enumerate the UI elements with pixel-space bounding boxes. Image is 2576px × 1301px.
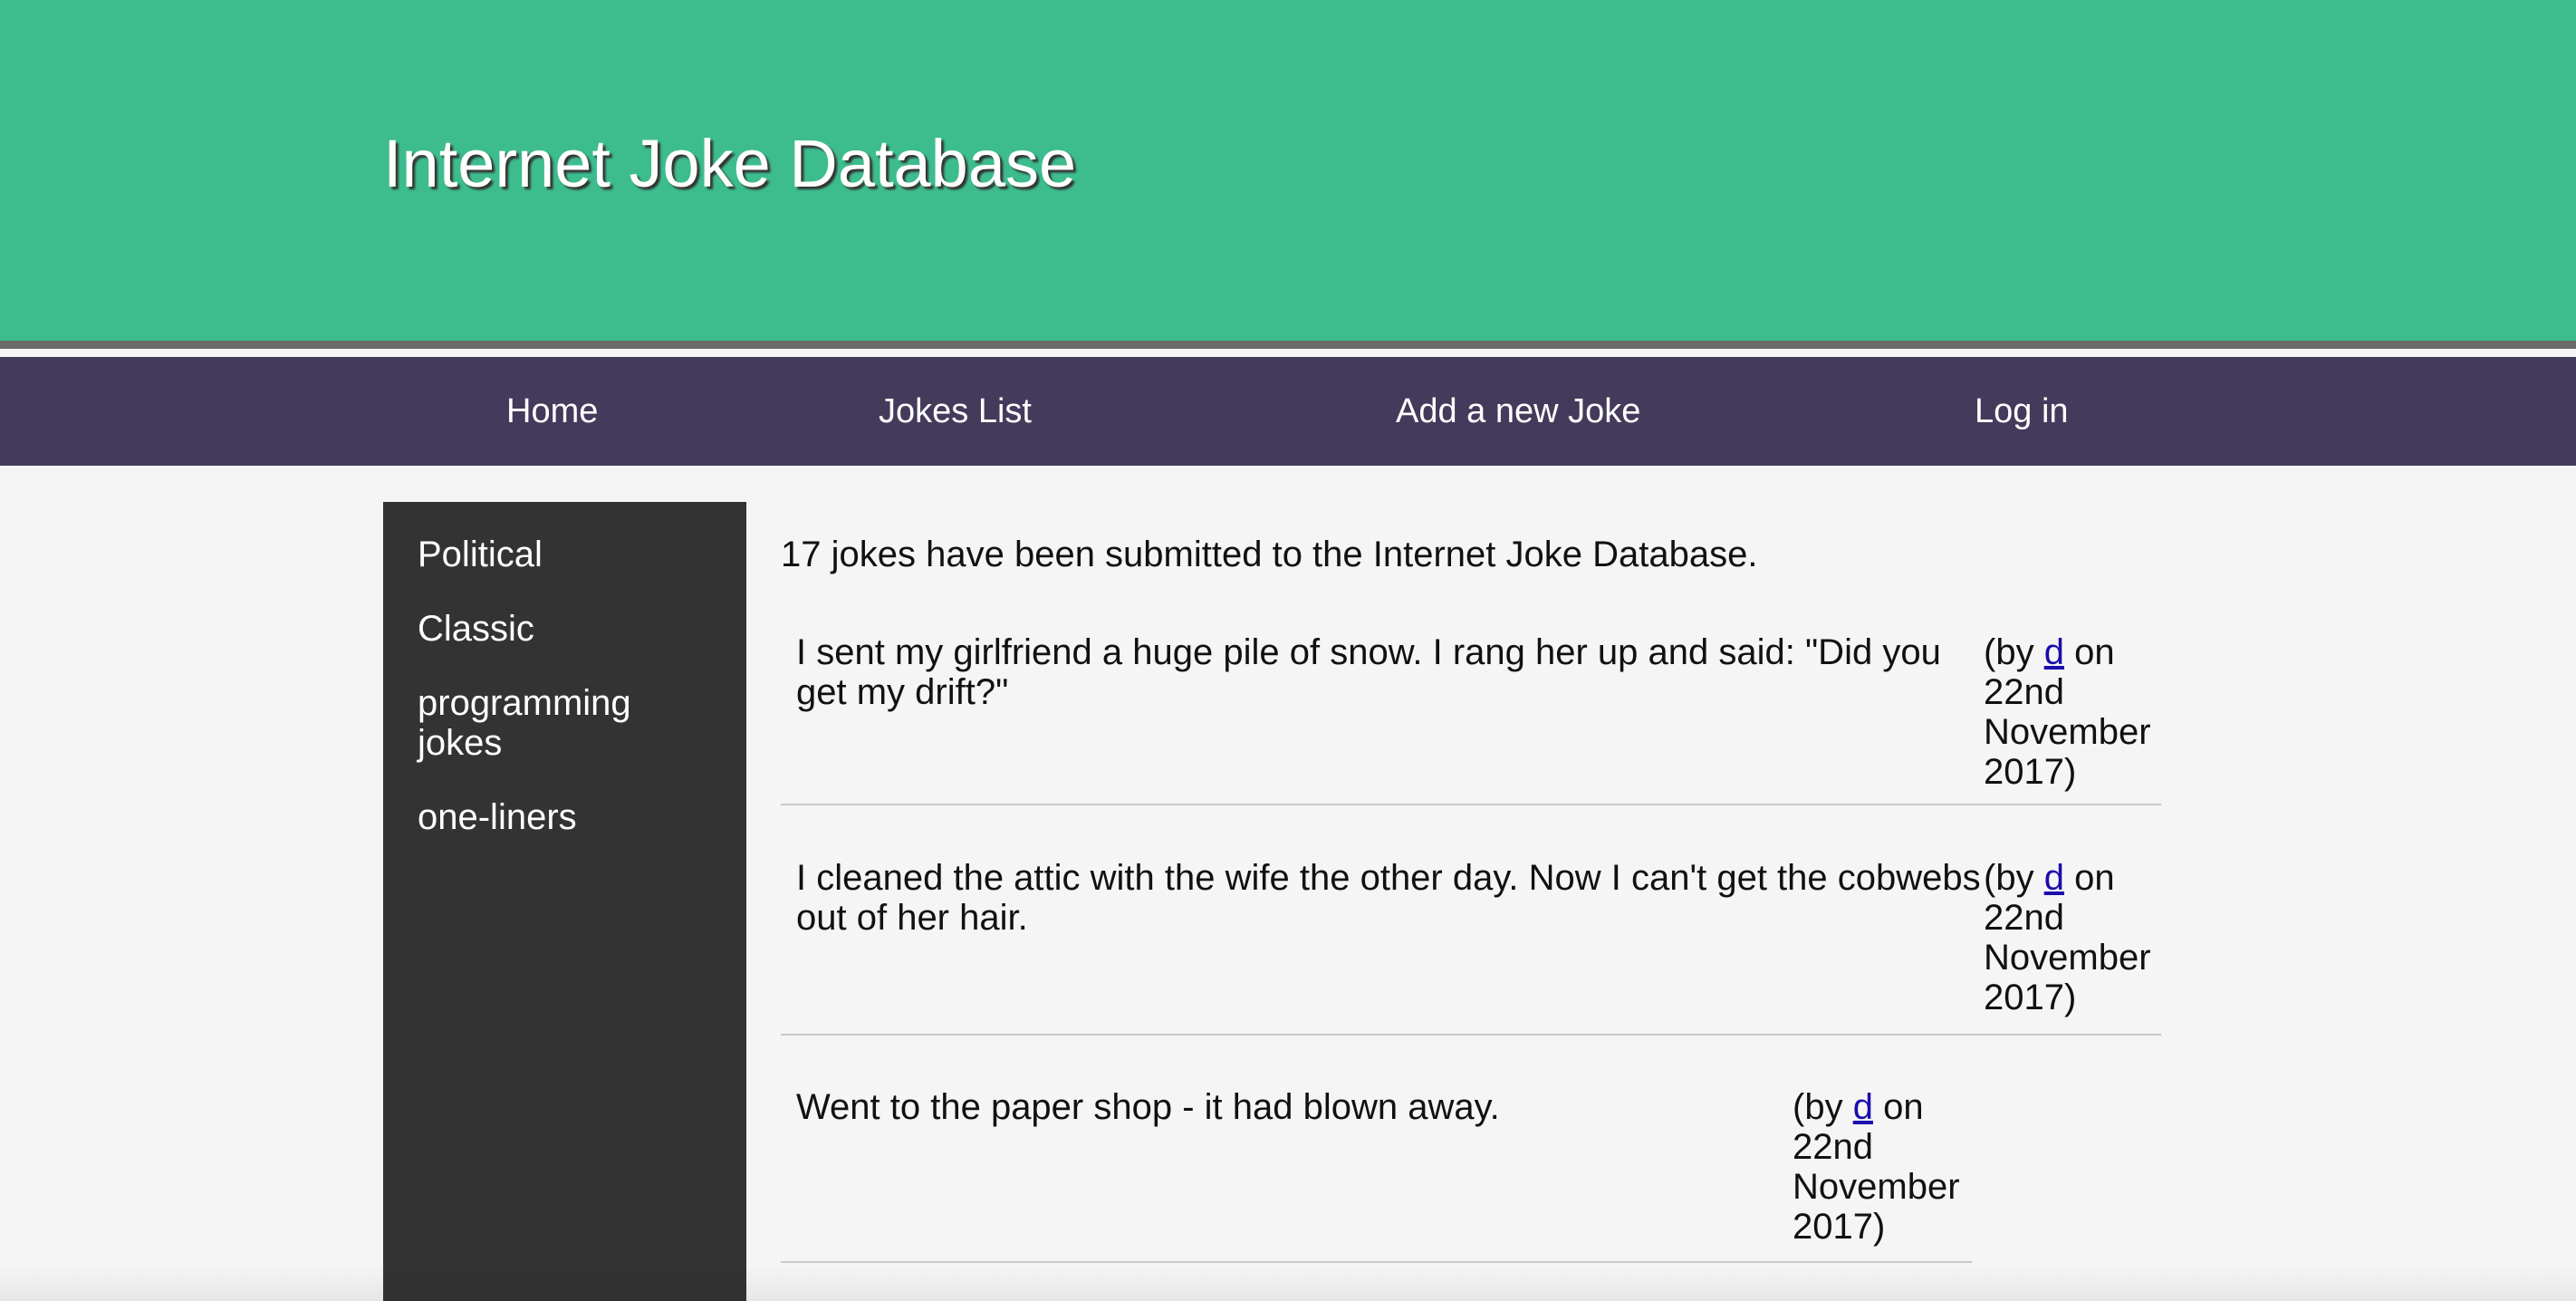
sidebar-item-programming-jokes[interactable]: programming jokes	[383, 683, 707, 763]
author-link[interactable]: d	[2044, 632, 2064, 672]
by-prefix: (by	[1984, 858, 2034, 898]
joke-meta: (by d on 22nd November 2017)	[1793, 1087, 1966, 1247]
sidebar-item-political[interactable]: Political	[383, 535, 746, 574]
site-header: Internet Joke Database	[0, 0, 2576, 349]
by-prefix: (by	[1793, 1087, 1843, 1127]
site-title: Internet Joke Database	[383, 126, 1077, 201]
joke-item: I sent my girlfriend a huge pile of snow…	[781, 602, 2161, 805]
author-link[interactable]: d	[1853, 1087, 1873, 1127]
main-nav: Home Jokes List Add a new Joke Log in	[0, 357, 2576, 466]
joke-meta: (by d on 22nd November 2017)	[1984, 632, 2158, 792]
category-sidebar: Political Classic programming jokes one-…	[383, 502, 746, 1301]
nav-login-link[interactable]: Log in	[1975, 357, 2069, 466]
joke-text: I sent my girlfriend a huge pile of snow…	[796, 632, 1941, 712]
joke-meta: (by d on 22nd November 2017)	[1984, 858, 2158, 1017]
by-prefix: (by	[1984, 632, 2034, 672]
nav-jokes-list-link[interactable]: Jokes List	[879, 357, 1032, 466]
joke-item: I cleaned the attic with the wife the ot…	[781, 805, 2161, 1036]
author-link[interactable]: d	[2044, 858, 2064, 898]
joke-text: Went to the paper shop - it had blown aw…	[796, 1087, 1500, 1127]
sidebar-item-one-liners[interactable]: one-liners	[383, 797, 746, 837]
sidebar-item-classic[interactable]: Classic	[383, 609, 707, 649]
joke-text: I cleaned the attic with the wife the ot…	[796, 858, 1981, 938]
joke-count-summary: 17 jokes have been submitted to the Inte…	[781, 535, 1758, 574]
joke-item: Went to the paper shop - it had blown aw…	[781, 1036, 1972, 1263]
nav-add-joke-link[interactable]: Add a new Joke	[1396, 357, 1640, 466]
nav-home-link[interactable]: Home	[506, 357, 598, 466]
